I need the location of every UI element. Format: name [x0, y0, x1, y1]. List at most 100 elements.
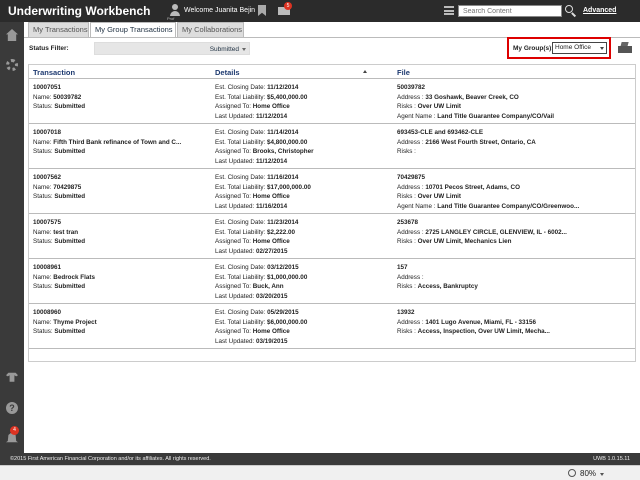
table-row[interactable]: 10007051 Name: 50039782 Status: Submitted …: [29, 80, 635, 124]
transaction-cell: 10007051 Name: 50039782 Status: Submitted: [33, 83, 213, 112]
app-title: Underwriting Workbench: [8, 4, 151, 18]
cell-line: Risks : Over UW Limit: [397, 103, 462, 111]
table-header: Transaction Details File: [29, 65, 635, 79]
groups-select-value: Home Office: [555, 44, 592, 51]
table-row[interactable]: 10007018 Name: Fifth Third Bank refinance…: [29, 125, 635, 169]
table-row[interactable]: 10007562 Name: 70429875 Status: Submitted …: [29, 170, 635, 214]
cell-line: Risks : Over UW Limit, Mechanics Lien: [397, 238, 512, 246]
transaction-cell: 10007018 Name: Fifth Third Bank refinance…: [33, 128, 213, 157]
cell-line: 50039782: [397, 84, 426, 91]
tab-my-group-transactions[interactable]: My Group Transactions: [90, 22, 176, 38]
print-icon[interactable]: [618, 42, 632, 53]
tab-my-collaborations[interactable]: My Collaborations: [177, 22, 244, 37]
cell-line: Last Updated: 03/19/2015: [215, 337, 288, 345]
bookmark-icon[interactable]: [258, 5, 266, 16]
cell-line: Name: Bedrock Flats: [33, 273, 95, 281]
cell-line: Address : 2725 LANGLEY CIRCLE, GLENVIEW,…: [397, 228, 567, 236]
top-bar: Underwriting Workbench Prof Welcome Juan…: [0, 0, 640, 22]
cell-line: 157: [397, 264, 408, 271]
file-cell: 70429875 Address : 10701 Pecos Street, Ad…: [397, 173, 579, 211]
chevron-down-icon: [600, 47, 604, 50]
sort-ascending-icon[interactable]: [363, 70, 367, 73]
column-header-file[interactable]: File: [397, 68, 410, 77]
cell-line: Agent Name : Land Title Guarantee Compan…: [397, 112, 555, 120]
cell-line: Est. Total Liability: $6,000,000.00: [215, 318, 308, 326]
status-filter-label: Status Filter:: [29, 45, 69, 52]
file-cell: 50039782 Address : 33 Goshawk, Beaver Cre…: [397, 83, 579, 121]
menu-icon[interactable]: [444, 6, 454, 15]
cell-line: 10007018: [33, 129, 62, 136]
cell-line: Status: Submitted: [33, 193, 86, 201]
cell-line: Assigned To: Brooks, Christopher: [215, 148, 314, 156]
cell-line: Name: Fifth Third Bank refinance of Town…: [33, 138, 182, 146]
cell-line: Est. Closing Date: 11/16/2014: [215, 174, 299, 181]
cell-line: Est. Closing Date: 11/14/2014: [215, 129, 299, 136]
user-label: Prof: [167, 16, 175, 21]
transaction-cell: 10008960 Name: Thyme Project Status: Submi…: [33, 308, 213, 337]
transaction-cell: 10008961 Name: Bedrock Flats Status: Submi…: [33, 263, 213, 292]
cell-line: Est. Closing Date: 03/12/2015: [215, 264, 299, 271]
table-row[interactable]: 10007575 Name: test tran Status: Submitted…: [29, 215, 635, 259]
column-header-transaction[interactable]: Transaction: [33, 68, 75, 77]
search-icon[interactable]: [565, 5, 573, 13]
cell-line: [397, 292, 579, 302]
zoom-level[interactable]: 80%: [580, 469, 596, 478]
home-icon[interactable]: [6, 29, 18, 41]
cell-line: Est. Total Liability: $1,000,000.00: [215, 273, 308, 281]
cell-line: Risks : Over UW Limit: [397, 193, 462, 201]
cell-line: Est. Total Liability: $5,400,000.00: [215, 93, 308, 101]
search-input[interactable]: [458, 5, 562, 17]
footer: ©2015 First American Financial Corporati…: [0, 453, 640, 465]
cell-line: Name: 70429875: [33, 183, 82, 191]
transaction-cell: 10007575 Name: test tran Status: Submitted: [33, 218, 213, 247]
cell-line: Risks :: [397, 148, 416, 156]
chevron-down-icon: [242, 48, 246, 51]
cell-line: Est. Total Liability: $2,222.00: [215, 228, 296, 236]
details-cell: Est. Closing Date: 11/12/2014 Est. Total …: [215, 83, 395, 121]
cell-line: Last Updated: 03/20/2015: [215, 292, 288, 300]
cell-line: Assigned To: Home Office: [215, 238, 290, 246]
help-icon[interactable]: ?: [6, 402, 18, 414]
phone-icon[interactable]: [6, 372, 18, 382]
file-cell: 157 Address : Risks : Access, Bankruptcy: [397, 263, 579, 301]
welcome-text: Welcome Juanita Bejin: [184, 7, 256, 14]
cell-line: Address : 1401 Lugo Avenue, Miami, FL - …: [397, 318, 537, 326]
cell-line: Assigned To: Home Office: [215, 193, 290, 201]
cell-line: Est. Total Liability: $17,000,000.00: [215, 183, 311, 191]
details-cell: Est. Closing Date: 11/23/2014 Est. Total …: [215, 218, 395, 256]
cell-line: Status: Submitted: [33, 103, 86, 111]
file-cell: 13932 Address : 1401 Lugo Avenue, Miami, …: [397, 308, 579, 346]
cell-line: Address :: [397, 273, 424, 281]
groups-select[interactable]: Home Office: [552, 42, 607, 54]
tab-my-transactions[interactable]: My Transactions: [28, 22, 89, 37]
table-row[interactable]: 10008961 Name: Bedrock Flats Status: Submi…: [29, 260, 635, 304]
cell-line: Name: Thyme Project: [33, 318, 97, 326]
status-filter-select[interactable]: Submitted: [94, 42, 250, 55]
version-text: UWB 1.0.15.11: [593, 456, 630, 462]
cell-line: Risks : Access, Inspection, Over UW Limi…: [397, 328, 550, 336]
gear-icon[interactable]: [6, 59, 18, 71]
copyright-text: ©2015 First American Financial Corporati…: [10, 456, 211, 462]
cell-line: Address : 2166 West Fourth Street, Ontar…: [397, 138, 536, 146]
cell-line: 253678: [397, 219, 419, 226]
cell-line: 693453-CLE and 693462-CLE: [397, 129, 484, 136]
chevron-down-icon[interactable]: [600, 473, 604, 476]
advanced-search-link[interactable]: Advanced: [583, 7, 616, 14]
cell-line: Assigned To: Home Office: [215, 103, 290, 111]
cell-line: Address : 10701 Pecos Street, Adams, CO: [397, 183, 520, 191]
zoom-icon[interactable]: [568, 469, 576, 477]
cell-line: Est. Closing Date: 11/23/2014: [215, 219, 299, 226]
cell-line: 10007562: [33, 174, 62, 181]
cell-line: 10008961: [33, 264, 62, 271]
column-header-details[interactable]: Details: [215, 68, 240, 77]
left-nav: ? 4: [0, 22, 24, 453]
cell-line: Status: Submitted: [33, 328, 86, 336]
main-content: My Transactions My Group Transactions My…: [24, 22, 640, 453]
cell-line: Status: Submitted: [33, 283, 86, 291]
details-cell: Est. Closing Date: 05/29/2015 Est. Total …: [215, 308, 395, 346]
file-cell: 253678 Address : 2725 LANGLEY CIRCLE, GLE…: [397, 218, 579, 256]
cell-line: Assigned To: Buck, Ann: [215, 283, 284, 291]
cell-line: Est. Total Liability: $4,800,000.00: [215, 138, 308, 146]
cell-line: Last Updated: 11/12/2014: [215, 112, 288, 120]
table-row[interactable]: 10008960 Name: Thyme Project Status: Submi…: [29, 305, 635, 349]
